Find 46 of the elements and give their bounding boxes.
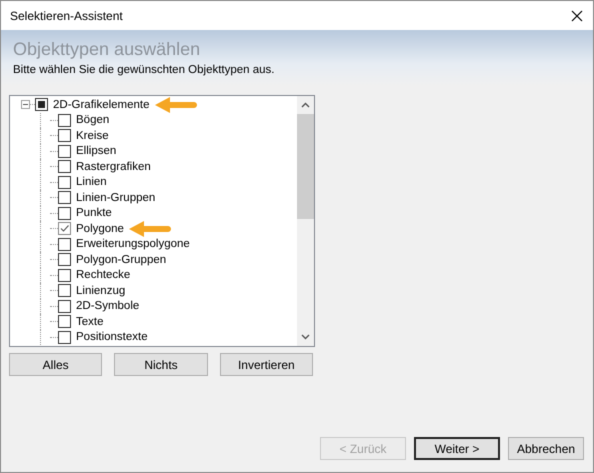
collapse-icon[interactable] xyxy=(21,100,30,110)
scroll-down-icon[interactable] xyxy=(301,334,310,340)
tree-item[interactable]: Texte xyxy=(76,316,104,328)
tree-item[interactable]: Erweiterungspolygone xyxy=(76,238,190,250)
page-heading: Objekttypen auswählen xyxy=(13,39,202,60)
tree-item[interactable]: 2D-Grafikelemente xyxy=(53,98,150,111)
tree-item[interactable]: Bögen xyxy=(76,114,110,126)
tree-item[interactable]: 2D-Symbole xyxy=(76,300,140,312)
tree-item[interactable]: Punkte xyxy=(76,207,112,220)
window-title: Selektieren-Assistent xyxy=(10,8,123,22)
checkbox[interactable] xyxy=(58,238,71,251)
checkbox[interactable] xyxy=(58,206,71,220)
tree-item[interactable]: Linienzug xyxy=(76,284,126,297)
tree-button[interactable]: Alles xyxy=(9,353,102,376)
checkbox[interactable] xyxy=(58,253,71,266)
checkbox[interactable] xyxy=(58,300,71,313)
checkbox[interactable] xyxy=(58,176,71,189)
scrollbar[interactable] xyxy=(297,96,314,346)
checkbox[interactable] xyxy=(58,160,71,174)
tree-item[interactable]: Kreise xyxy=(76,130,109,142)
checkbox[interactable] xyxy=(58,330,71,344)
wizard-button[interactable]: Weiter > xyxy=(414,437,500,460)
checkbox[interactable] xyxy=(58,129,71,142)
checkbox[interactable] xyxy=(58,191,71,204)
scroll-up-icon[interactable] xyxy=(301,102,310,108)
checkbox[interactable] xyxy=(58,315,71,328)
tree-item[interactable]: Linien-Gruppen xyxy=(76,192,156,204)
tree-button[interactable]: Nichts xyxy=(114,353,208,376)
tree-item[interactable]: Polygone xyxy=(76,222,124,235)
tree-item[interactable]: Rastergrafiken xyxy=(76,160,151,173)
scroll-thumb[interactable] xyxy=(297,114,314,219)
checkbox[interactable] xyxy=(58,222,71,236)
close-icon[interactable] xyxy=(571,10,583,22)
tree-item[interactable]: Ellipsen xyxy=(76,145,116,158)
checkbox[interactable] xyxy=(58,268,71,282)
checkbox[interactable] xyxy=(58,114,71,127)
checkbox[interactable] xyxy=(58,284,71,298)
tree-item[interactable]: Linien xyxy=(76,176,107,188)
tree-item[interactable]: Polygon-Gruppen xyxy=(76,254,166,266)
instruction-text: Bitte wählen Sie die gewünschten Objekttypen aus. xyxy=(13,64,276,76)
tree-button[interactable]: Invertieren xyxy=(220,353,313,376)
checkbox[interactable] xyxy=(58,144,71,158)
tree-item[interactable]: Rechtecke xyxy=(76,269,130,282)
wizard-button[interactable]: Abbrechen xyxy=(508,437,584,460)
checkbox[interactable] xyxy=(35,98,48,112)
tree-item[interactable]: Positionstexte xyxy=(76,331,148,344)
